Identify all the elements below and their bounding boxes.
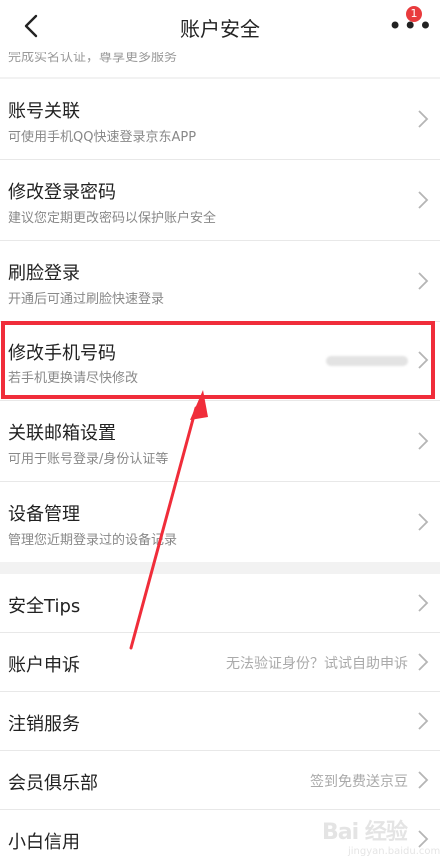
row-subtitle: 管理您近期登录过的设备记录	[8, 533, 178, 548]
chevron-right-icon	[416, 710, 430, 732]
row-hint-text: 签到免费送京豆	[310, 774, 408, 790]
chevron-right-icon	[416, 189, 430, 211]
row-account-link[interactable]: 账号关联 可使用手机QQ快速登录京东APP	[0, 79, 440, 159]
baidu-jingyan-watermark: Bai 经验 jingyan.baidu.com	[322, 812, 440, 862]
row-subtitle: 建议您定期更改密码以保护账户安全	[8, 211, 217, 226]
row-title: 设备管理	[8, 504, 80, 525]
row-hint-text: 无法验证身份？试试自助申诉	[226, 656, 408, 672]
row-member-club[interactable]: 会员俱乐部 签到免费送京豆	[0, 751, 440, 809]
row-title: 会员俱乐部	[8, 773, 98, 794]
row-title: 小白信用	[8, 832, 80, 853]
more-dots-icon: •••	[388, 12, 434, 40]
row-cancel-service[interactable]: 注销服务	[0, 692, 440, 750]
chevron-right-icon	[416, 430, 430, 452]
more-button[interactable]: ••• 1	[386, 6, 432, 42]
row-title: 刷脸登录	[8, 263, 80, 284]
row-change-password[interactable]: 修改登录密码 建议您定期更改密码以保护账户安全	[0, 160, 440, 240]
chevron-right-icon	[416, 769, 430, 791]
top-nav-bar: 账户安全 ••• 1	[0, 0, 440, 52]
chevron-right-icon	[416, 270, 430, 292]
row-device-management[interactable]: 设备管理 管理您近期登录过的设备记录	[0, 482, 440, 562]
watermark-text: Bai 经验	[322, 820, 408, 845]
row-security-tips[interactable]: 安全Tips	[0, 574, 440, 632]
highlight-annotation-box	[1, 321, 435, 399]
row-title: 注销服务	[8, 714, 80, 735]
row-subtitle: 可使用手机QQ快速登录京东APP	[8, 130, 197, 145]
page-title: 账户安全	[180, 17, 260, 41]
row-title: 安全Tips	[8, 596, 81, 617]
row-subtitle: 开通后可通过刷脸快速登录	[8, 292, 165, 307]
watermark-url: jingyan.baidu.com	[348, 846, 440, 857]
chevron-right-icon	[416, 511, 430, 533]
realname-row-subtitle: 完成实名认证，尊享更多服务	[8, 52, 178, 65]
chevron-right-icon	[416, 108, 430, 130]
row-title: 修改登录密码	[8, 182, 116, 203]
chevron-right-icon	[416, 592, 430, 614]
realname-row-partial[interactable]: 完成实名认证，尊享更多服务	[0, 52, 440, 77]
row-face-login[interactable]: 刷脸登录 开通后可通过刷脸快速登录	[0, 241, 440, 321]
notification-badge: 1	[406, 6, 422, 22]
row-title: 账户申诉	[8, 655, 80, 676]
row-subtitle: 可用于账号登录/身份认证等	[8, 452, 169, 467]
row-account-appeal[interactable]: 账户申诉 无法验证身份？试试自助申诉	[0, 633, 440, 691]
row-title: 关联邮箱设置	[8, 423, 116, 444]
row-title: 账号关联	[8, 101, 80, 122]
chevron-right-icon	[416, 651, 430, 673]
row-email-settings[interactable]: 关联邮箱设置 可用于账号登录/身份认证等	[0, 401, 440, 481]
